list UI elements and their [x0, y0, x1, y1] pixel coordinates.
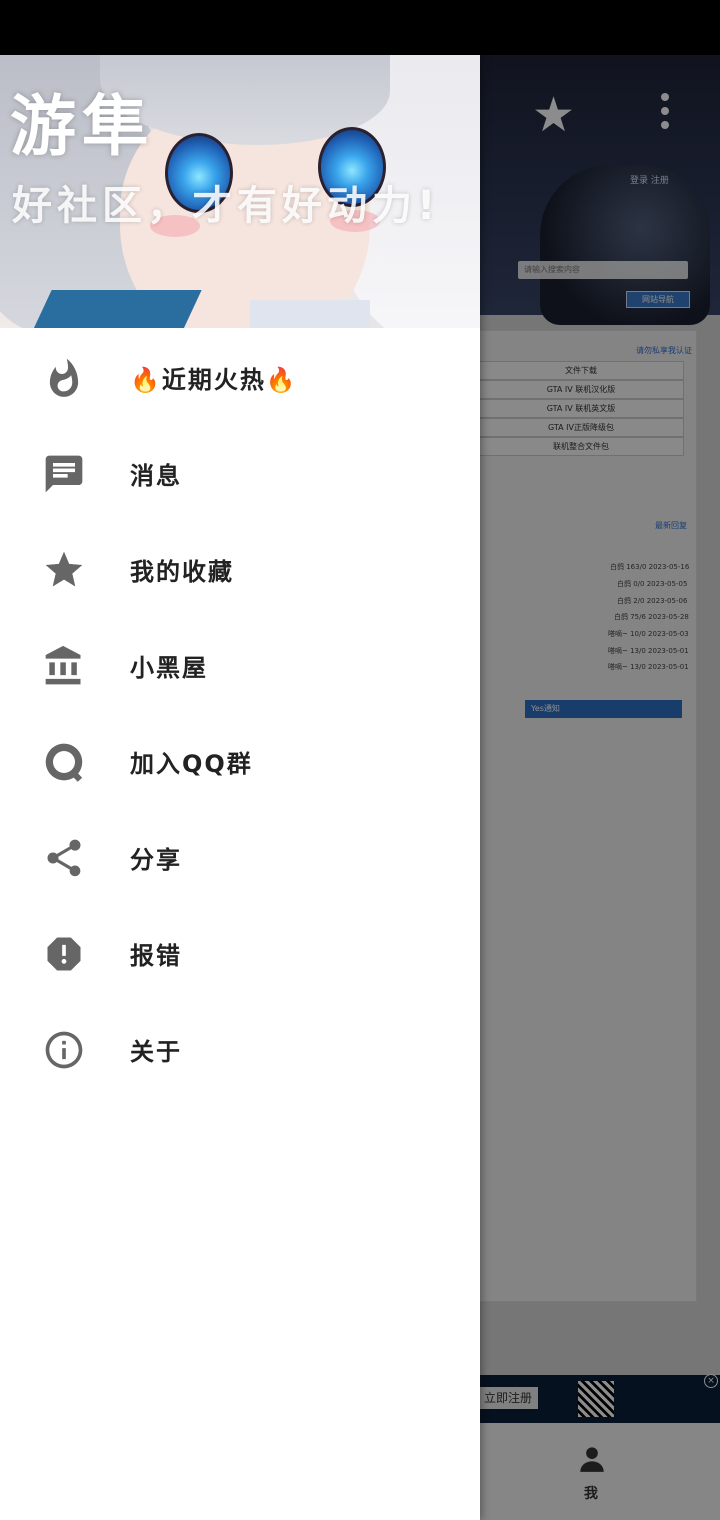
error-icon	[40, 932, 88, 976]
drawer-menu: 🔥近期火热🔥 消息 我的收藏 小黑屋 加入QQ群 分享 报错 关于	[0, 328, 480, 1096]
bank-icon	[40, 644, 88, 688]
menu-item-label: 加入QQ群	[130, 750, 253, 778]
message-icon	[40, 452, 88, 496]
menu-item-share[interactable]: 分享	[0, 808, 480, 904]
flame-icon	[40, 356, 88, 400]
menu-item-label: 🔥近期火热🔥	[130, 366, 298, 394]
menu-item-blackroom[interactable]: 小黑屋	[0, 616, 480, 712]
menu-item-report-error[interactable]: 报错	[0, 904, 480, 1000]
banner-illustration-collar	[28, 290, 202, 328]
share-icon	[40, 836, 88, 880]
menu-item-label: 小黑屋	[130, 654, 208, 682]
menu-item-label: 分享	[130, 846, 182, 874]
info-icon	[40, 1028, 88, 1072]
status-bar	[0, 0, 720, 55]
qq-icon	[40, 740, 88, 784]
menu-item-messages[interactable]: 消息	[0, 424, 480, 520]
navigation-drawer: 游隼 好社区，才有好动力! 🔥近期火热🔥 消息 我的收藏 小黑屋 加入QQ群 分…	[0, 55, 480, 1520]
banner-illustration-collar2	[250, 300, 370, 328]
menu-item-label: 关于	[130, 1038, 182, 1066]
menu-item-hot[interactable]: 🔥近期火热🔥	[0, 328, 480, 424]
app-title: 游隼	[10, 88, 154, 165]
drawer-header-banner: 游隼 好社区，才有好动力!	[0, 55, 480, 328]
menu-item-label: 报错	[130, 942, 182, 970]
star-icon	[40, 548, 88, 592]
menu-item-qq-group[interactable]: 加入QQ群	[0, 712, 480, 808]
menu-item-label: 消息	[130, 462, 182, 490]
menu-item-label: 我的收藏	[130, 558, 234, 586]
menu-item-about[interactable]: 关于	[0, 1000, 480, 1096]
menu-item-favorites[interactable]: 我的收藏	[0, 520, 480, 616]
app-slogan: 好社区，才有好动力!	[12, 183, 441, 229]
